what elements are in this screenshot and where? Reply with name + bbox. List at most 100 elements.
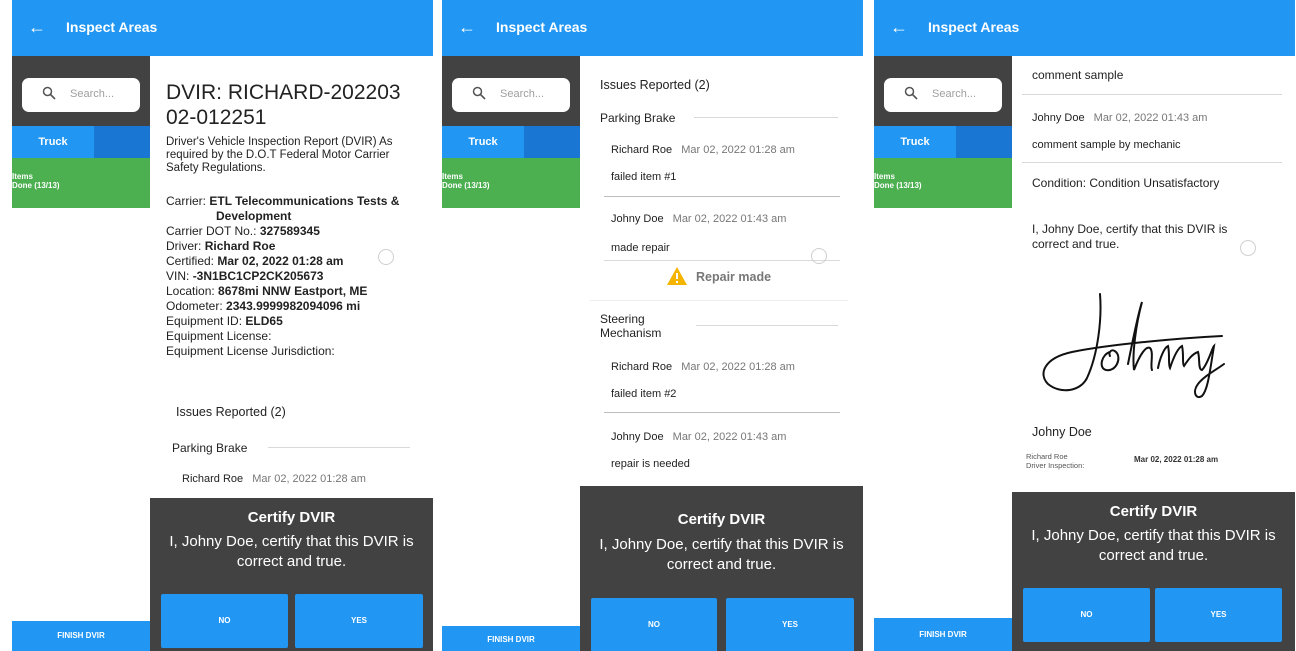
- divider: [1022, 162, 1282, 163]
- certify-statement: I, Johny Doe, certify that this DVIR is …: [1032, 222, 1227, 252]
- search-placeholder: Search...: [932, 88, 977, 100]
- certify-text-line: correct and true.: [1032, 237, 1120, 251]
- field-value: ETL Telecommunications Tests &: [209, 194, 400, 208]
- dvir-title: DVIR: RICHARD-202203 02-012251: [166, 80, 401, 130]
- field-label: Carrier:: [166, 194, 207, 208]
- search-placeholder: Search...: [70, 88, 115, 100]
- certify-text-line: I, Johny Doe, certify that this DVIR is: [1032, 222, 1228, 236]
- search-input[interactable]: Search...: [22, 78, 140, 112]
- sidebar-tabs: Truck: [12, 126, 150, 158]
- driver-name: Richard Roe: [1026, 452, 1068, 461]
- section-parking-brake: Parking Brake: [600, 111, 676, 125]
- section-parking-brake: Parking Brake: [172, 441, 248, 455]
- finish-dvir-button[interactable]: FINISH DVIR: [874, 618, 1012, 651]
- entry-author: Richard Roe: [611, 144, 673, 156]
- certify-text-line: correct and true.: [236, 553, 347, 570]
- field-equipment-license: Equipment License:: [166, 329, 272, 343]
- search-input[interactable]: Search...: [884, 78, 1002, 112]
- certify-text-line: I, Johny Doe, certify that this DVIR is: [169, 533, 414, 550]
- signature-content: comment sample Johny Doe Mar 02, 2022 01…: [1012, 56, 1295, 492]
- mechanic-entry: Johny Doe Mar 02, 2022 01:43 am: [1032, 112, 1207, 124]
- section-steering-mechanism: Steering Mechanism: [600, 312, 661, 340]
- search-icon: [472, 86, 486, 100]
- sidebar-item-items[interactable]: Items Done (13/13): [874, 158, 1012, 208]
- finish-dvir-button[interactable]: FINISH DVIR: [12, 621, 150, 651]
- entry-author: Johny Doe: [1032, 112, 1085, 124]
- certify-title: Certify DVIR: [1109, 503, 1198, 520]
- entry-author: Richard Roe: [182, 473, 244, 485]
- divider: [268, 447, 410, 448]
- driver-inspection-label: Driver Inspection:: [1026, 461, 1085, 470]
- tab-truck[interactable]: Truck: [442, 126, 524, 158]
- divider: [696, 325, 838, 326]
- dvir-description: Driver's Vehicle Inspection Report (DVIR…: [166, 136, 393, 175]
- desc-line: Driver's Vehicle Inspection Report (DVIR…: [166, 136, 393, 148]
- items-label: Items: [874, 172, 895, 181]
- no-button[interactable]: NO: [1023, 588, 1150, 642]
- items-count: Done (13/13): [442, 181, 490, 190]
- entry-comment: comment sample by mechanic: [1032, 139, 1181, 151]
- sidebar-header: Search...: [12, 56, 150, 126]
- field-value: 327589345: [259, 224, 320, 238]
- no-button[interactable]: NO: [591, 598, 717, 651]
- field-equipment-jurisdiction: Equipment License Jurisdiction:: [166, 344, 335, 358]
- issues-header: Issues Reported (2): [176, 405, 286, 419]
- tab-truck[interactable]: Truck: [874, 126, 956, 158]
- certify-text-line: correct and true.: [666, 556, 777, 573]
- arrow-left-icon[interactable]: ←: [890, 17, 908, 37]
- field-label: VIN:: [166, 269, 190, 283]
- dvir-title-line: DVIR: RICHARD-202203: [166, 81, 401, 104]
- certify-radio[interactable]: [378, 249, 394, 265]
- field-odometer: Odometer: 2343.9999982094096 mi: [166, 299, 399, 314]
- screen-dvir-details: ← Inspect Areas Search... Truck Items Do…: [12, 0, 433, 651]
- field-value: 2343.9999982094096 mi: [226, 299, 361, 313]
- sidebar-item-items[interactable]: Items Done (13/13): [442, 158, 580, 208]
- arrow-left-icon[interactable]: ←: [28, 17, 46, 37]
- divider: [604, 196, 840, 197]
- yes-button[interactable]: YES: [726, 598, 854, 651]
- sidebar-item-items[interactable]: Items Done (13/13): [12, 158, 150, 208]
- field-certified: Certified: Mar 02, 2022 01:28 am: [166, 254, 399, 269]
- sidebar: Search... Truck Items Done (13/13) FINIS…: [442, 56, 580, 651]
- condition-text: Condition: Condition Unsatisfactory: [1032, 176, 1220, 190]
- certify-radio[interactable]: [811, 248, 827, 264]
- certify-text-line: I, Johny Doe, certify that this DVIR is: [599, 536, 844, 553]
- field-value: Richard Roe: [204, 239, 276, 253]
- yes-button[interactable]: YES: [1155, 588, 1282, 642]
- issues-header: Issues Reported (2): [600, 78, 710, 92]
- field-label: Odometer:: [166, 299, 223, 313]
- dvir-title-line: 02-012251: [166, 106, 267, 129]
- field-location: Location: 8678mi NNW Eastport, ME: [166, 284, 399, 299]
- driver-inspection-date: Mar 02, 2022 01:28 am: [1134, 455, 1219, 464]
- field-value: -3N1BC1CP2CK205673: [192, 269, 324, 283]
- issue-entry: Richard Roe Mar 02, 2022 01:28 am: [611, 361, 795, 373]
- certify-radio[interactable]: [1240, 240, 1256, 256]
- yes-button[interactable]: YES: [295, 594, 423, 648]
- field-vin: VIN: -3N1BC1CP2CK205673: [166, 269, 399, 284]
- sidebar: Search... Truck Items Done (13/13) FINIS…: [874, 56, 1012, 651]
- page-title: Inspect Areas: [928, 19, 1020, 35]
- section-title-line: Mechanism: [600, 326, 662, 340]
- tab-truck[interactable]: Truck: [12, 126, 94, 158]
- issue-entry: Johny Doe Mar 02, 2022 01:43 am: [611, 213, 786, 225]
- section-title-line: Steering: [600, 312, 645, 326]
- field-value: ELD65: [245, 314, 283, 328]
- driver-inspection-info: Richard Roe Driver Inspection:: [1026, 452, 1084, 470]
- entry-comment: repair is needed: [611, 458, 690, 470]
- certify-title: Certify DVIR: [247, 509, 336, 526]
- sidebar-header: Search...: [442, 56, 580, 126]
- field-value: Development: [216, 209, 292, 223]
- arrow-left-icon[interactable]: ←: [458, 17, 476, 37]
- search-input[interactable]: Search...: [452, 78, 570, 112]
- no-button[interactable]: NO: [161, 594, 288, 648]
- sidebar-tabs: Truck: [874, 126, 1012, 158]
- finish-dvir-button[interactable]: FINISH DVIR: [442, 626, 580, 651]
- field-value: Mar 02, 2022 01:28 am: [217, 254, 344, 268]
- issue-entry: Richard Roe Mar 02, 2022 01:28 am: [182, 473, 366, 485]
- field-label: Location:: [166, 284, 215, 298]
- issues-content: Issues Reported (2) Parking Brake Richar…: [580, 56, 863, 486]
- certify-panel: Certify DVIR I, Johny Doe, certify that …: [1012, 492, 1295, 651]
- app-bar: ← Inspect Areas: [442, 0, 863, 56]
- entry-date: Mar 02, 2022 01:43 am: [672, 213, 787, 225]
- divider: [694, 117, 838, 118]
